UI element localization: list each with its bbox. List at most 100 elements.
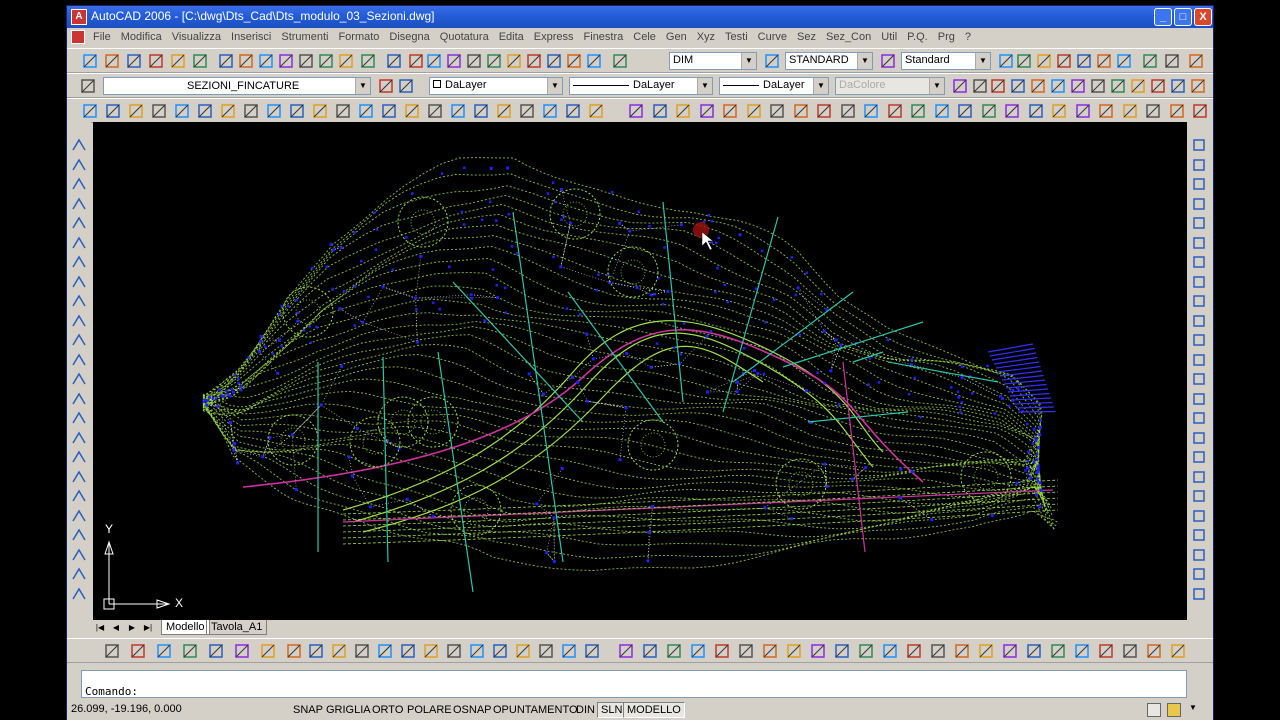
tablestyle-combo[interactable]: Standard ▼ xyxy=(901,52,991,70)
custom-tool-icon[interactable] xyxy=(288,102,306,120)
layer-tool-icon[interactable] xyxy=(1109,77,1127,95)
modify-tool-icon[interactable] xyxy=(1190,487,1208,505)
custom-tool-icon[interactable] xyxy=(698,102,716,120)
modify-tool-icon[interactable] xyxy=(1190,234,1208,252)
menu-edita[interactable]: Edita xyxy=(494,28,529,47)
standard-tool-icon[interactable] xyxy=(191,52,209,70)
modify-tool-icon[interactable] xyxy=(1190,448,1208,466)
custom-tool-icon[interactable] xyxy=(1074,102,1092,120)
modify-tool-icon[interactable] xyxy=(1190,565,1208,583)
bottom-tool-icon[interactable] xyxy=(689,642,707,660)
menu-gen[interactable]: Gen xyxy=(661,28,692,47)
chevron-down-icon[interactable]: ▼ xyxy=(975,53,990,69)
bottom-tool-icon[interactable] xyxy=(1169,642,1187,660)
modify-tool-icon[interactable] xyxy=(1190,312,1208,330)
custom-tool-icon[interactable] xyxy=(674,102,692,120)
draw-tool-icon[interactable] xyxy=(70,507,88,525)
menu-express[interactable]: Express xyxy=(529,28,579,47)
layer-tool-icon[interactable] xyxy=(1189,77,1207,95)
standard-tool-icon[interactable] xyxy=(505,52,523,70)
custom-tool-icon[interactable] xyxy=(127,102,145,120)
menu-file[interactable]: File xyxy=(88,28,116,47)
draw-tool-icon[interactable] xyxy=(70,214,88,232)
drawing-area[interactable]: Y X xyxy=(93,122,1187,622)
layer-tool-icon[interactable] xyxy=(79,77,97,95)
bottom-tool-icon[interactable] xyxy=(560,642,578,660)
modify-tool-icon[interactable] xyxy=(1190,175,1208,193)
custom-tool-icon[interactable] xyxy=(1121,102,1139,120)
layer-tool-icon[interactable] xyxy=(377,77,395,95)
standard-tool-icon[interactable] xyxy=(1163,52,1181,70)
menu-quotatura[interactable]: Quotatura xyxy=(435,28,494,47)
menu-strumenti[interactable]: Strumenti xyxy=(276,28,333,47)
custom-tool-icon[interactable] xyxy=(745,102,763,120)
custom-tool-icon[interactable] xyxy=(564,102,582,120)
modify-tool-icon[interactable] xyxy=(1190,429,1208,447)
modify-tool-icon[interactable] xyxy=(1190,507,1208,525)
custom-tool-icon[interactable] xyxy=(956,102,974,120)
bottom-tool-icon[interactable] xyxy=(1073,642,1091,660)
bottom-tool-icon[interactable] xyxy=(1001,642,1019,660)
standard-tool-icon[interactable] xyxy=(465,52,483,70)
menu-cele[interactable]: Cele xyxy=(628,28,661,47)
bottom-tool-icon[interactable] xyxy=(233,642,251,660)
modify-tool-icon[interactable] xyxy=(1190,351,1208,369)
bottom-tool-icon[interactable] xyxy=(445,642,463,660)
standard-tool-icon[interactable] xyxy=(103,52,121,70)
bottom-tool-icon[interactable] xyxy=(537,642,555,660)
draw-tool-icon[interactable] xyxy=(70,253,88,271)
model-toggle[interactable]: MODELLO xyxy=(623,702,685,718)
menu-pq[interactable]: P.Q. xyxy=(902,28,933,47)
minimize-button[interactable]: _ xyxy=(1154,8,1172,26)
custom-tool-icon[interactable] xyxy=(886,102,904,120)
custom-tool-icon[interactable] xyxy=(721,102,739,120)
tab-model[interactable]: Modello xyxy=(161,620,210,635)
bottom-tool-icon[interactable] xyxy=(583,642,601,660)
bottom-tool-icon[interactable] xyxy=(376,642,394,660)
chevron-down-icon[interactable]: ▼ xyxy=(547,78,562,94)
custom-tool-icon[interactable] xyxy=(242,102,260,120)
custom-tool-icon[interactable] xyxy=(449,102,467,120)
din-toggle[interactable]: DIN xyxy=(572,702,599,718)
ortho-toggle[interactable]: ORTO xyxy=(368,702,407,718)
modify-tool-icon[interactable] xyxy=(1190,156,1208,174)
draw-tool-icon[interactable] xyxy=(70,195,88,213)
draw-tool-icon[interactable] xyxy=(70,487,88,505)
draw-tool-icon[interactable] xyxy=(70,136,88,154)
bottom-tool-icon[interactable] xyxy=(665,642,683,660)
menu-sez-con[interactable]: Sez_Con xyxy=(821,28,876,47)
menu-visualizza[interactable]: Visualizza xyxy=(167,28,226,47)
draw-tool-icon[interactable] xyxy=(70,370,88,388)
draw-tool-icon[interactable] xyxy=(70,468,88,486)
modify-tool-icon[interactable] xyxy=(1190,331,1208,349)
menu-help[interactable]: ? xyxy=(960,28,976,47)
standard-tool-icon[interactable] xyxy=(485,52,503,70)
menu-formato[interactable]: Formato xyxy=(333,28,384,47)
custom-tool-icon[interactable] xyxy=(792,102,810,120)
draw-tool-icon[interactable] xyxy=(70,390,88,408)
layer-tool-icon[interactable] xyxy=(397,77,415,95)
standard-tool-icon[interactable] xyxy=(1115,52,1133,70)
custom-tool-icon[interactable] xyxy=(380,102,398,120)
bottom-tool-icon[interactable] xyxy=(617,642,635,660)
bottom-tool-icon[interactable] xyxy=(491,642,509,660)
draw-tool-icon[interactable] xyxy=(70,312,88,330)
maximize-button[interactable]: □ xyxy=(1174,8,1192,26)
modify-tool-icon[interactable] xyxy=(1190,546,1208,564)
standard-tool-icon[interactable] xyxy=(1187,52,1205,70)
custom-tool-icon[interactable] xyxy=(265,102,283,120)
bottom-tool-icon[interactable] xyxy=(399,642,417,660)
bottom-tool-icon[interactable] xyxy=(1049,642,1067,660)
standard-tool-icon[interactable] xyxy=(217,52,235,70)
layer-tool-icon[interactable] xyxy=(1069,77,1087,95)
bottom-tool-icon[interactable] xyxy=(307,642,325,660)
menu-prg[interactable]: Prg xyxy=(933,28,960,47)
bottom-tool-icon[interactable] xyxy=(737,642,755,660)
custom-tool-icon[interactable] xyxy=(1191,102,1209,120)
draw-tool-icon[interactable] xyxy=(70,585,88,603)
standard-tool-icon[interactable] xyxy=(337,52,355,70)
bottom-tool-icon[interactable] xyxy=(857,642,875,660)
custom-tool-icon[interactable] xyxy=(219,102,237,120)
standard-tool-icon[interactable] xyxy=(879,52,897,70)
custom-tool-icon[interactable] xyxy=(403,102,421,120)
